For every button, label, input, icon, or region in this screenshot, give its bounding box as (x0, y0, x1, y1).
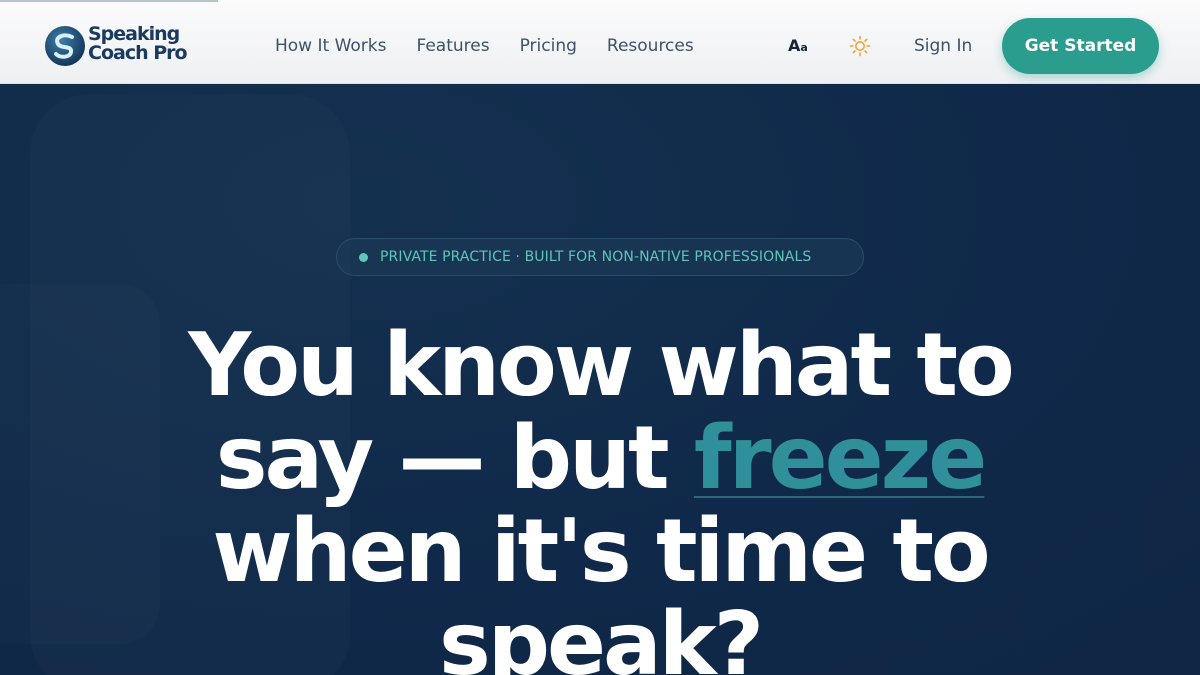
hero-badge-text: PRIVATE PRACTICE · BUILT FOR NON-NATIVE … (380, 249, 812, 265)
nav-link-features[interactable]: Features (416, 35, 489, 57)
brand-name-line2: Coach Pro (88, 42, 188, 64)
brand-name: Speaking Coach Pro (88, 25, 188, 64)
get-started-button[interactable]: Get Started (1002, 18, 1159, 74)
font-toggle-large-a: A (788, 36, 801, 55)
nav-link-pricing[interactable]: Pricing (520, 35, 577, 57)
nav-link-resources[interactable]: Resources (607, 35, 694, 57)
badge-dot-icon (359, 252, 368, 262)
hero-headline: You know what to say — but freeze when i… (150, 319, 1050, 675)
hero-badge: PRIVATE PRACTICE · BUILT FOR NON-NATIVE … (336, 238, 864, 276)
font-size-toggle[interactable]: Aa (788, 36, 808, 55)
top-progress-line (0, 0, 218, 2)
brand-logo[interactable]: Speaking Coach Pro (44, 25, 204, 69)
sun-icon[interactable] (849, 35, 871, 57)
hero-section: PRIVATE PRACTICE · BUILT FOR NON-NATIVE … (0, 84, 1200, 675)
nav-link-how-it-works[interactable]: How It Works (275, 35, 386, 57)
headline-part2: when it's time to speak? (212, 500, 990, 675)
main-nav: How It Works Features Pricing Resources (275, 35, 724, 57)
hero-background-shape-secondary (0, 284, 160, 644)
font-toggle-small-a: a (800, 41, 808, 54)
swirl-logo-icon (45, 26, 85, 66)
site-header: Speaking Coach Pro How It Works Features… (0, 0, 1200, 84)
headline-accent: freeze (693, 407, 987, 509)
sign-in-link[interactable]: Sign In (914, 35, 972, 57)
